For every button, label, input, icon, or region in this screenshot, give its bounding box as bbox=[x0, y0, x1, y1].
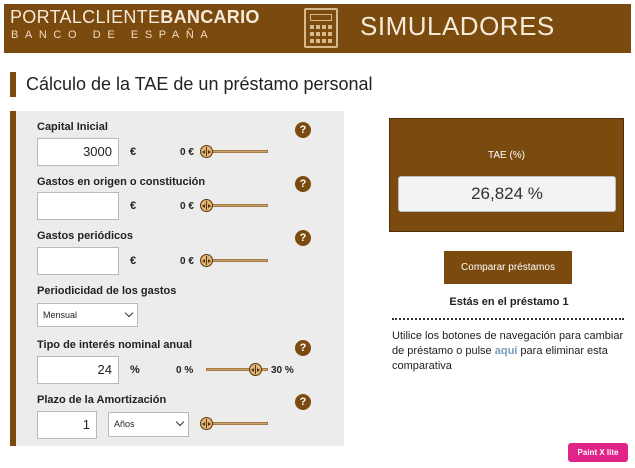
divider bbox=[392, 318, 624, 320]
tae-result-panel: TAE (%) 26,824 % bbox=[389, 118, 624, 232]
interes-input[interactable]: 24 bbox=[37, 356, 119, 384]
brand-word-portal: PORTAL bbox=[10, 7, 83, 27]
capital-min-label: 0 € bbox=[180, 147, 194, 158]
gastos-origen-help-icon[interactable]: ? bbox=[295, 176, 311, 192]
periodicidad-selected-value: Mensual bbox=[43, 310, 78, 320]
paintx-lite-badge[interactable]: Paint X lite bbox=[568, 443, 628, 462]
interes-unit: % bbox=[130, 364, 140, 376]
plazo-slider-handle[interactable] bbox=[200, 417, 213, 430]
gastos-origen-min-label: 0 € bbox=[180, 201, 194, 212]
interes-max-label: 30 % bbox=[271, 365, 294, 376]
gastos-periodicos-slider-handle[interactable] bbox=[200, 254, 213, 267]
calculator-icon bbox=[304, 8, 338, 48]
gastos-periodicos-min-label: 0 € bbox=[180, 256, 194, 267]
chevron-down-icon bbox=[175, 417, 185, 427]
gastos-origen-unit: € bbox=[130, 200, 137, 212]
plazo-help-icon[interactable]: ? bbox=[295, 394, 311, 410]
brand-subtitle: BANCO DE ESPAÑA bbox=[11, 29, 215, 41]
capital-input[interactable]: 3000 bbox=[37, 138, 119, 166]
compare-loans-button[interactable]: Comparar préstamos bbox=[444, 251, 572, 284]
site-header: PORTALCLIENTEBANCARIO BANCO DE ESPAÑA SI… bbox=[4, 4, 631, 53]
capital-slider-handle[interactable] bbox=[200, 145, 213, 158]
periodicidad-label: Periodicidad de los gastos bbox=[37, 285, 177, 297]
gastos-periodicos-unit: € bbox=[130, 255, 137, 267]
loan-form-panel: Capital Inicial ? 3000 € 0 € Gastos en o… bbox=[10, 111, 344, 446]
gastos-origen-input[interactable] bbox=[37, 192, 119, 220]
interes-min-label: 0 % bbox=[176, 365, 194, 376]
interes-slider-handle[interactable] bbox=[248, 363, 262, 376]
periodicidad-select[interactable]: Mensual bbox=[37, 303, 138, 327]
gastos-periodicos-slider-track[interactable] bbox=[204, 259, 268, 262]
remove-comparison-link[interactable]: aquí bbox=[495, 345, 518, 357]
gastos-periodicos-label: Gastos periódicos bbox=[37, 230, 133, 242]
plazo-input[interactable]: 1 bbox=[37, 411, 97, 439]
section-title: SIMULADORES bbox=[360, 11, 555, 41]
tae-label: TAE (%) bbox=[487, 150, 526, 161]
brand-logo[interactable]: PORTALCLIENTEBANCARIO bbox=[10, 7, 260, 28]
current-loan-indicator: Estás en el préstamo 1 bbox=[449, 296, 569, 308]
plazo-unit-select[interactable]: Años bbox=[108, 412, 189, 437]
plazo-unit-selected-value: Años bbox=[114, 419, 135, 429]
interes-help-icon[interactable]: ? bbox=[295, 340, 311, 356]
interes-label: Tipo de interés nominal anual bbox=[37, 339, 193, 351]
navigation-info-text: Utilice los botones de navegación para c… bbox=[392, 329, 624, 374]
capital-help-icon[interactable]: ? bbox=[295, 122, 311, 138]
tae-value: 26,824 % bbox=[398, 176, 616, 212]
capital-slider-track[interactable] bbox=[204, 150, 268, 153]
gastos-origen-label: Gastos en origen o constitución bbox=[37, 176, 206, 188]
plazo-slider-track[interactable] bbox=[204, 422, 268, 425]
gastos-periodicos-input[interactable] bbox=[37, 247, 119, 275]
brand-word-bancario: BANCARIO bbox=[160, 7, 260, 27]
chevron-down-icon bbox=[124, 308, 134, 318]
capital-label: Capital Inicial bbox=[37, 121, 108, 133]
gastos-periodicos-help-icon[interactable]: ? bbox=[295, 230, 311, 246]
capital-unit: € bbox=[130, 146, 137, 158]
gastos-origen-slider-track[interactable] bbox=[204, 204, 268, 207]
page-title: Cálculo de la TAE de un préstamo persona… bbox=[10, 72, 373, 97]
brand-word-cliente: CLIENTE bbox=[82, 7, 161, 27]
gastos-origen-slider-handle[interactable] bbox=[200, 199, 213, 212]
plazo-label: Plazo de la Amortización bbox=[37, 394, 167, 406]
